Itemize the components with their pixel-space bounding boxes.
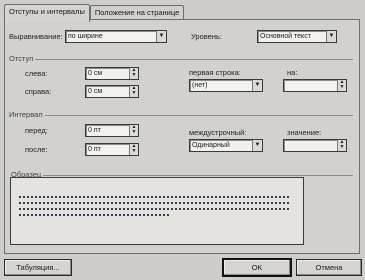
preview-text-line	[19, 196, 289, 198]
indent-by-label: на:	[287, 68, 298, 77]
first-line-value: (нет)	[192, 82, 208, 89]
paragraph-dialog: Отступы и интервалы Положение на страниц…	[0, 0, 365, 280]
level-value: Основной текст	[260, 33, 311, 40]
level-dropdown-icon[interactable]: ▼	[326, 31, 336, 42]
indent-right-label: справа:	[25, 87, 52, 96]
alignment-value: по ширине	[68, 33, 103, 40]
preview-group-divider	[43, 175, 353, 176]
first-line-select[interactable]: (нет) ▼	[189, 79, 263, 92]
ok-button[interactable]: OK	[222, 258, 292, 277]
spin-down-icon[interactable]: ▼	[130, 130, 138, 135]
indent-left-stepper[interactable]: ▲ ▼	[129, 68, 138, 79]
spacing-before-label: перед:	[25, 126, 48, 135]
indent-left-field[interactable]: 0 см ▲ ▼	[85, 67, 139, 80]
preview-text-line	[19, 202, 289, 204]
line-spacing-amount-field[interactable]: ▲ ▼	[283, 139, 347, 152]
indent-group-divider	[35, 59, 353, 60]
cancel-button[interactable]: Отмена	[296, 259, 362, 276]
indent-by-field[interactable]: ▲ ▼	[283, 79, 347, 92]
indent-right-value: 0 см	[88, 88, 103, 95]
spacing-after-stepper[interactable]: ▲ ▼	[129, 144, 138, 155]
spacing-after-field[interactable]: 0 пт ▲ ▼	[85, 143, 139, 156]
line-spacing-amount-stepper[interactable]: ▲ ▼	[337, 140, 346, 151]
spacing-before-field[interactable]: 0 пт ▲ ▼	[85, 124, 139, 137]
line-spacing-value: Одинарный	[192, 142, 230, 149]
spin-down-icon[interactable]: ▼	[338, 85, 346, 90]
first-line-label: первая строка:	[189, 68, 241, 77]
indent-by-stepper[interactable]: ▲ ▼	[337, 80, 346, 91]
level-select[interactable]: Основной текст ▼	[257, 30, 337, 43]
alignment-dropdown-icon[interactable]: ▼	[156, 31, 166, 42]
line-spacing-dropdown-icon[interactable]: ▼	[252, 140, 262, 151]
spacing-after-value: 0 пт	[88, 146, 101, 153]
preview-text-line	[19, 214, 169, 216]
indent-group-label: Отступ	[9, 54, 34, 63]
alignment-label: Выравнивание:	[9, 32, 63, 41]
line-spacing-value-label: значение:	[287, 128, 322, 137]
first-line-dropdown-icon[interactable]: ▼	[252, 80, 262, 91]
indent-right-field[interactable]: 0 см ▲ ▼	[85, 85, 139, 98]
tab-indents-and-spacing[interactable]: Отступы и интервалы	[4, 4, 90, 22]
indent-left-value: 0 см	[88, 70, 103, 77]
spin-down-icon[interactable]: ▼	[130, 73, 138, 78]
spacing-before-stepper[interactable]: ▲ ▼	[129, 125, 138, 136]
level-label: Уровень:	[191, 32, 222, 41]
tab-strip: Отступы и интервалы Положение на страниц…	[4, 4, 185, 22]
line-spacing-select[interactable]: Одинарный ▼	[189, 139, 263, 152]
spin-down-icon[interactable]: ▼	[338, 145, 346, 150]
indent-right-stepper[interactable]: ▲ ▼	[129, 86, 138, 97]
preview-text-line	[19, 208, 289, 210]
preview-box	[10, 177, 304, 245]
alignment-select[interactable]: по ширине ▼	[65, 30, 167, 43]
spacing-group-label: Интервал	[9, 110, 43, 119]
spacing-after-label: после:	[25, 145, 48, 154]
spin-down-icon[interactable]: ▼	[130, 149, 138, 154]
tabs-button[interactable]: Табуляция...	[4, 259, 72, 276]
spacing-before-value: 0 пт	[88, 127, 101, 134]
line-spacing-label: междустрочный:	[189, 128, 247, 137]
spin-down-icon[interactable]: ▼	[130, 91, 138, 96]
indent-left-label: слева:	[25, 69, 48, 78]
spacing-group-divider	[45, 115, 353, 116]
